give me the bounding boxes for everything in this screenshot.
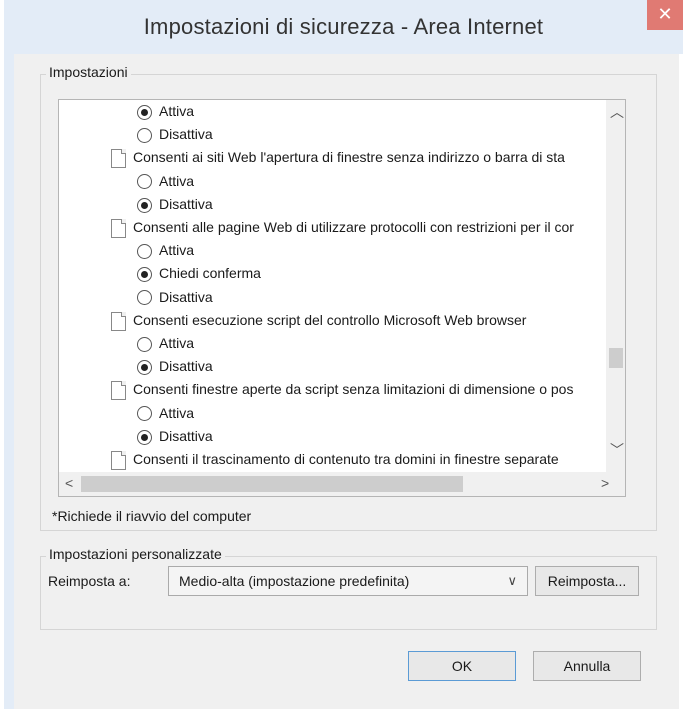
cancel-button[interactable]: Annulla [533, 651, 641, 681]
radio-unchecked-icon [137, 406, 152, 422]
tree-row-label: Attiva [159, 172, 195, 189]
vertical-scrollbar[interactable]: ︿ ﹀ [606, 100, 625, 472]
dialog-body: Impostazioni Attiva Disattiva Consenti ai … [14, 54, 679, 709]
title-bar: Impostazioni di sicurezza - Area Interne… [4, 0, 683, 54]
tree-row-label: Consenti ai siti Web l'apertura di fines… [133, 149, 565, 166]
vertical-scroll-thumb[interactable] [609, 348, 623, 368]
window-border [4, 54, 14, 709]
tree-row-label: Consenti alle pagine Web di utilizzare p… [133, 219, 574, 235]
horizontal-scrollbar[interactable]: < > [59, 472, 625, 496]
setting-item: Consenti il trascinamento di contenuto t… [111, 448, 559, 470]
tree-row-label: Attiva [159, 103, 195, 119]
tree-row-label: Chiedi conferma [159, 265, 261, 282]
radio-unchecked-icon [137, 174, 152, 190]
restart-note: *Richiede il riavvio del computer [52, 508, 252, 524]
radio-option[interactable]: Chiedi conferma [137, 262, 261, 284]
scroll-right-icon[interactable]: > [601, 475, 609, 491]
radio-checked-icon [137, 429, 152, 445]
radio-option[interactable]: Disattiva [137, 355, 213, 377]
close-icon[interactable]: ✕ [647, 0, 683, 30]
page-icon [111, 218, 126, 238]
radio-option[interactable]: Disattiva [137, 425, 213, 447]
horizontal-scroll-thumb[interactable] [81, 476, 463, 492]
tree-row-label: Consenti esecuzione script del controllo… [133, 311, 527, 328]
radio-option[interactable]: Disattiva [137, 286, 213, 308]
tree-row-label: Attiva [159, 335, 195, 351]
radio-unchecked-icon [137, 127, 152, 143]
scroll-down-icon[interactable]: ﹀ [610, 440, 624, 460]
tree-row-label: Disattiva [159, 126, 213, 143]
scroll-up-icon[interactable]: ︿ [610, 102, 624, 122]
radio-option[interactable]: Attiva [137, 239, 194, 261]
page-icon [111, 149, 126, 169]
radio-option[interactable]: Attiva [137, 170, 194, 192]
radio-option[interactable]: Disattiva [137, 123, 213, 145]
radio-checked-icon [137, 104, 152, 120]
settings-group-legend: Impostazioni [46, 64, 131, 80]
custom-settings-legend: Impostazioni personalizzate [46, 546, 225, 562]
settings-tree: Attiva Disattiva Consenti ai siti Web l'ap… [58, 99, 626, 497]
reset-button[interactable]: Reimposta... [535, 566, 639, 596]
radio-checked-icon [137, 267, 152, 283]
page-icon [111, 381, 126, 401]
tree-row-label: Consenti finestre aperte da script senza… [133, 381, 574, 398]
dialog-window: Impostazioni di sicurezza - Area Interne… [4, 0, 683, 709]
radio-option[interactable]: Attiva [137, 332, 194, 354]
tree-row-label: Disattiva [159, 427, 213, 444]
radio-unchecked-icon [137, 243, 152, 259]
tree-row-label: Disattiva [159, 358, 213, 375]
window-title: Impostazioni di sicurezza - Area Interne… [143, 14, 544, 39]
tree-row-label: Disattiva [159, 195, 213, 212]
radio-unchecked-icon [137, 290, 152, 306]
ok-button[interactable]: OK [408, 651, 516, 681]
setting-item: Consenti alle pagine Web di utilizzare p… [111, 216, 574, 238]
chevron-down-icon: ∨ [507, 573, 517, 588]
radio-option[interactable]: Attiva [137, 402, 194, 424]
radio-option[interactable]: Attiva [137, 100, 194, 122]
security-level-select[interactable]: Medio-alta (impostazione predefinita) ∨ [168, 566, 528, 596]
radio-unchecked-icon [137, 336, 152, 352]
tree-row-label: Consenti il trascinamento di contenuto t… [133, 451, 559, 467]
setting-item: Consenti finestre aperte da script senza… [111, 378, 574, 401]
page-icon [111, 311, 126, 331]
security-level-value: Medio-alta (impostazione predefinita) [179, 573, 410, 589]
radio-option[interactable]: Disattiva [137, 193, 213, 215]
setting-item: Consenti ai siti Web l'apertura di fines… [111, 146, 565, 169]
tree-row-label: Attiva [159, 404, 195, 421]
scroll-left-icon[interactable]: < [65, 475, 73, 491]
radio-checked-icon [137, 359, 152, 375]
page-icon [111, 450, 126, 470]
settings-tree-content: Attiva Disattiva Consenti ai siti Web l'ap… [59, 100, 605, 472]
setting-item: Consenti esecuzione script del controllo… [111, 309, 526, 331]
tree-row-label: Disattiva [159, 288, 213, 305]
tree-row-label: Attiva [159, 242, 195, 259]
reset-to-label: Reimposta a: [48, 573, 131, 589]
radio-checked-icon [137, 197, 152, 213]
